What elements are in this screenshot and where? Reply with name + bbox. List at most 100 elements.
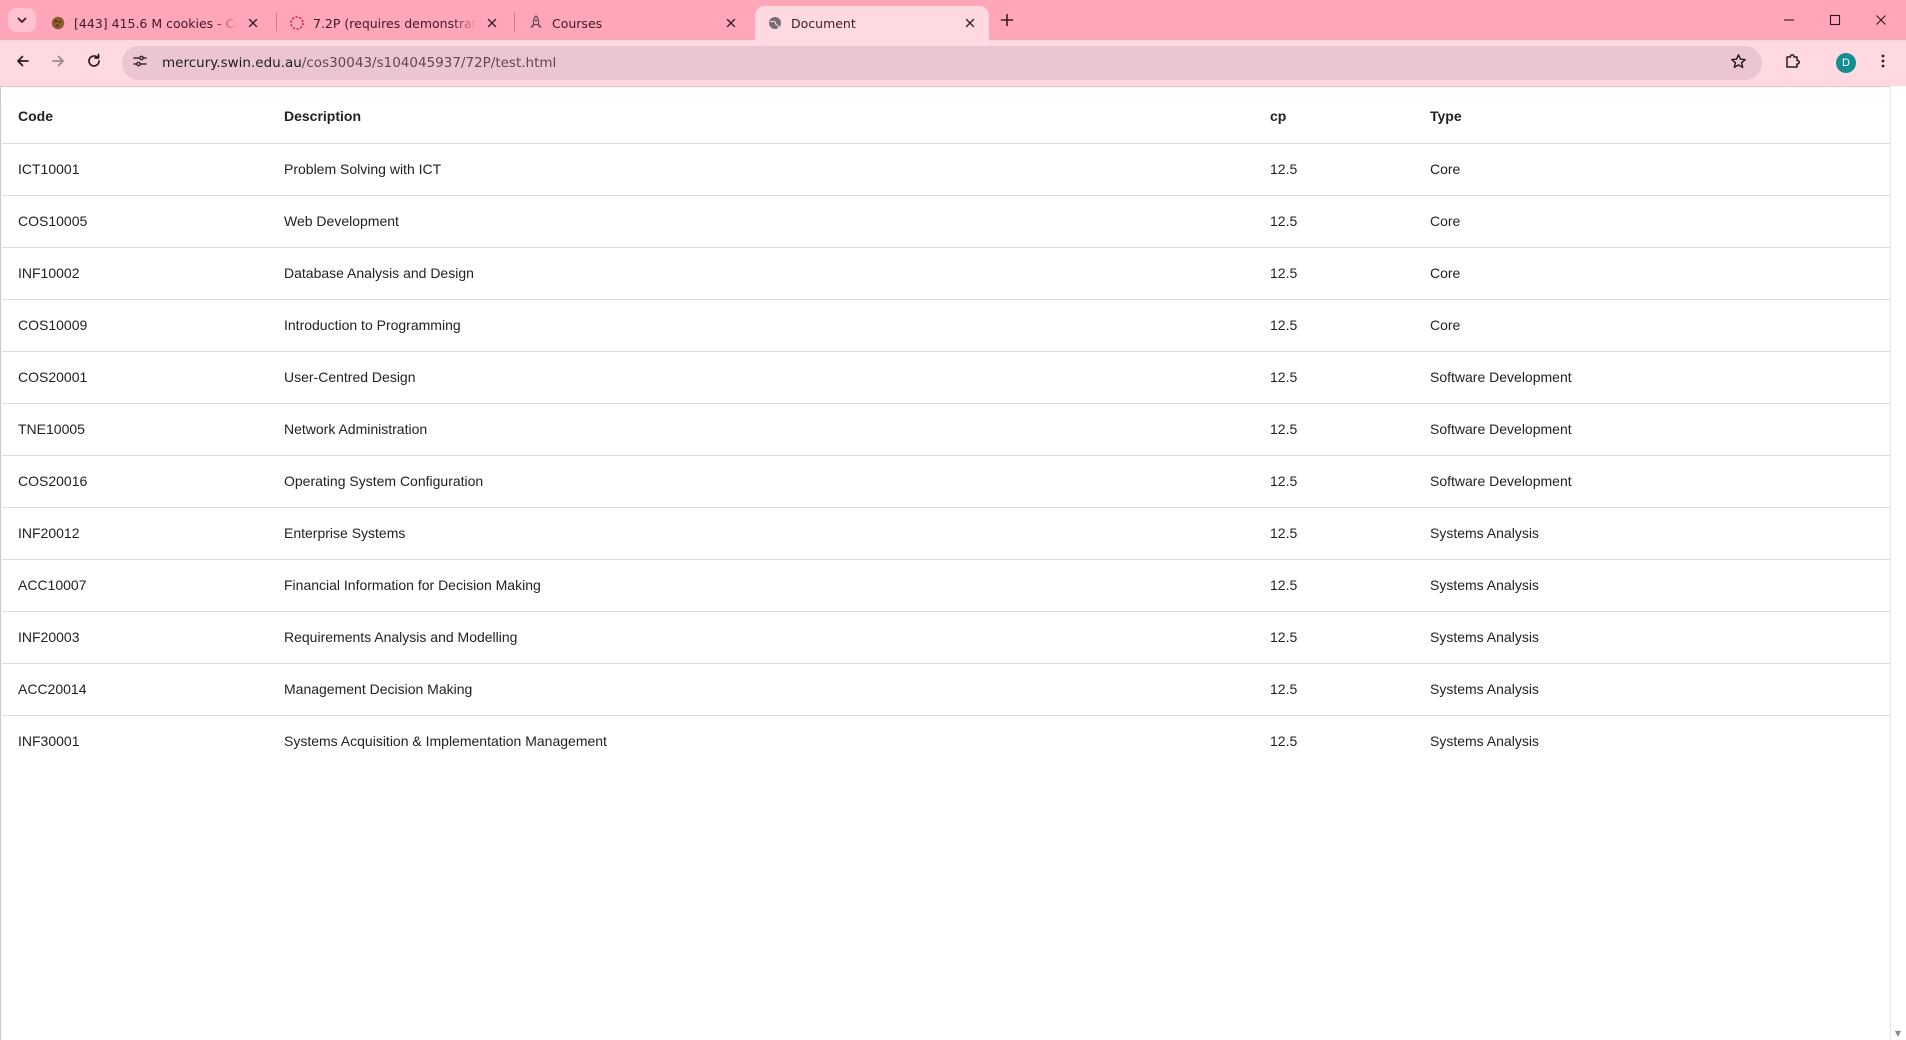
cell-type: Systems Analysis <box>1414 663 1890 716</box>
tab-title: [443] 415.6 M cookies - Cookie <box>74 15 238 31</box>
chevron-down-icon <box>16 11 28 30</box>
url-path: /cos30043/s104045937/72P/test.html <box>301 55 557 71</box>
cell-description: Requirements Analysis and Modelling <box>268 611 1254 664</box>
cell-code: COS20016 <box>2 455 268 508</box>
close-icon <box>1875 11 1887 30</box>
cell-code: ACC10007 <box>2 559 268 612</box>
cell-type: Systems Analysis <box>1430 733 1539 750</box>
minimize-button[interactable] <box>1766 0 1812 40</box>
cell-code: INF20012 <box>2 507 268 560</box>
cell-type: Core <box>1414 247 1890 300</box>
cell-type: Software Development <box>1414 455 1890 508</box>
more-vert-icon <box>1875 53 1891 73</box>
cell-type: Core <box>1414 195 1890 248</box>
cell-description: Web Development <box>268 195 1254 248</box>
extensions-button[interactable] <box>1778 48 1808 78</box>
cell-description: Systems Acquisition & Implementation Man… <box>284 733 607 750</box>
table-row: COS20001 User-Centred Design 12.5 Software … <box>2 351 1890 404</box>
close-tab-icon[interactable] <box>722 14 740 32</box>
cell-description: Introduction to Programming <box>268 299 1254 352</box>
close-window-button[interactable] <box>1858 0 1904 40</box>
close-tab-icon[interactable] <box>961 14 979 32</box>
vertical-scrollbar[interactable]: ▼ <box>1890 86 1906 1040</box>
tab-cookie-clicker[interactable]: [443] 415.6 M cookies - Cookie <box>38 6 272 40</box>
url-text[interactable]: mercury.swin.edu.au/cos30043/s104045937/… <box>162 55 556 71</box>
cell-code: ACC20014 <box>2 663 268 716</box>
cell-cp: 12.5 <box>1254 507 1414 560</box>
avatar: D <box>1836 53 1856 73</box>
column-header-description: Description <box>268 89 1254 144</box>
table-row: ACC10007 Financial Information for Decisi… <box>2 559 1890 612</box>
cell-description: Management Decision Making <box>268 663 1254 716</box>
cell-description: Operating System Configuration <box>268 455 1254 508</box>
tab-search-button[interactable] <box>8 8 36 32</box>
cell-description: Financial Information for Decision Makin… <box>268 559 1254 612</box>
table-body: ICT10001 Problem Solving with ICT 12.5 Core… <box>2 143 1890 767</box>
cell-code: INF10002 <box>2 247 268 300</box>
table-row: ICT10001 Problem Solving with ICT 12.5 Core <box>2 143 1890 196</box>
cell-cp: 12.5 <box>1254 559 1414 612</box>
table-row: TNE10005 Network Administration 12.5 Softwa… <box>2 403 1890 456</box>
site-info-button[interactable] <box>126 49 154 77</box>
table-row: COS10009 Introduction to Programming 12.5 C… <box>2 299 1890 352</box>
table-row: COS10005 Web Development 12.5 Core <box>2 195 1890 248</box>
cell-description: Enterprise Systems <box>268 507 1254 560</box>
close-tab-icon[interactable] <box>483 14 501 32</box>
tab-strip: [443] 415.6 M cookies - Cookie 7.2P (req… <box>0 0 1906 40</box>
reload-button[interactable] <box>79 48 109 78</box>
table-row: INF20012 Enterprise Systems 12.5 Systems An… <box>2 507 1890 560</box>
cell-cp: 12.5 <box>1254 195 1414 248</box>
cell-description: Problem Solving with ICT <box>268 143 1254 196</box>
cell-type: Software Development <box>1414 351 1890 404</box>
cell-type: Core <box>1414 143 1890 196</box>
plus-icon <box>1000 12 1014 31</box>
cell-code: TNE10005 <box>2 403 268 456</box>
bookmark-button[interactable] <box>1724 49 1752 77</box>
browser-toolbar: mercury.swin.edu.au/cos30043/s104045937/… <box>0 40 1906 86</box>
address-bar[interactable]: mercury.swin.edu.au/cos30043/s104045937/… <box>122 46 1762 80</box>
arrow-left-icon <box>15 53 31 73</box>
profile-button[interactable]: D <box>1831 48 1861 78</box>
menu-button[interactable] <box>1868 48 1898 78</box>
cell-code: INF20003 <box>2 611 268 664</box>
tab-title: Document <box>791 15 856 31</box>
cell-cp: 12.5 <box>1254 663 1414 716</box>
back-button[interactable] <box>8 48 38 78</box>
cell-cp: 12.5 <box>1254 403 1414 456</box>
new-tab-button[interactable] <box>994 8 1020 34</box>
tab-title: Courses <box>552 15 603 31</box>
maximize-button[interactable] <box>1812 0 1858 40</box>
column-header-cp: cp <box>1254 89 1414 144</box>
cell-code: COS10005 <box>2 195 268 248</box>
cell-code: COS20001 <box>2 351 268 404</box>
tab-7-2p[interactable]: 7.2P (requires demonstration) <box>277 6 511 40</box>
close-tab-icon[interactable] <box>244 14 262 32</box>
cell-code: COS10009 <box>2 299 268 352</box>
table-row: INF30001 Systems Acquisition & Implementa… <box>2 715 1890 767</box>
column-header-code: Code <box>2 89 268 144</box>
tab-courses[interactable]: Courses <box>516 6 750 40</box>
cell-code: ICT10001 <box>2 143 268 196</box>
cell-cp: 12.5 <box>1254 455 1414 508</box>
cell-type: Systems Analysis <box>1414 559 1890 612</box>
page-viewport: Code Description cp Type ICT10001 Problem… <box>0 86 1906 1040</box>
tab-document[interactable]: Document <box>755 6 989 40</box>
url-host: mercury.swin.edu.au <box>162 55 302 71</box>
globe-icon <box>767 15 783 31</box>
loading-spinner-icon <box>289 15 305 31</box>
forward-button[interactable] <box>43 48 73 78</box>
cell-cp: 12.5 <box>1254 143 1414 196</box>
cell-description: Database Analysis and Design <box>268 247 1254 300</box>
table-header-row: Code Description cp Type <box>2 89 1890 144</box>
scroll-down-arrow-icon[interactable]: ▼ <box>1894 1030 1902 1038</box>
table-row: INF10002 Database Analysis and Design 12.5… <box>2 247 1890 300</box>
cell-cp: 12.5 <box>1254 247 1414 300</box>
table-row: ACC20014 Management Decision Making 12.5 Sy… <box>2 663 1890 716</box>
cookie-icon <box>50 15 66 31</box>
cell-type: Systems Analysis <box>1414 611 1890 664</box>
table-row: COS20016 Operating System Configuration 12… <box>2 455 1890 508</box>
maximize-icon <box>1829 11 1841 30</box>
reload-icon <box>86 53 102 73</box>
units-table: Code Description cp Type ICT10001 Problem… <box>2 89 1890 767</box>
cell-type: Software Development <box>1414 403 1890 456</box>
